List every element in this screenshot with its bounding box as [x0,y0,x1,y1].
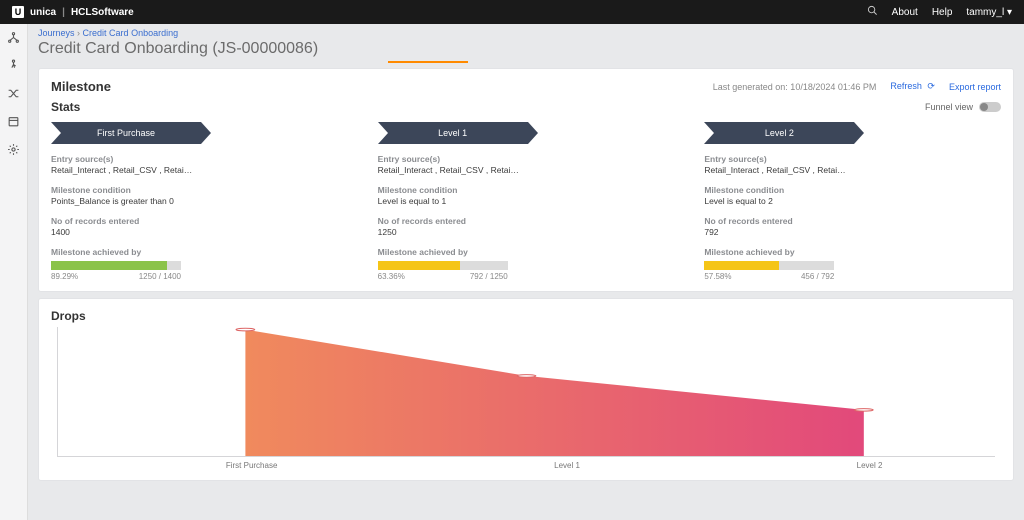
drops-chart [57,327,995,457]
drops-card: Drops First Purchase Level 1 Level 2 [38,298,1014,481]
export-report-button[interactable]: Export report [949,82,1001,92]
drops-title: Drops [51,309,1001,323]
milestone-flag: Level 1 [378,122,528,144]
records-label: No of records entered [51,216,348,226]
records-label: No of records entered [378,216,675,226]
condition-value: Points_Balance is greater than 0 [51,196,348,206]
search-icon[interactable] [867,5,878,19]
drops-x-label: First Purchase [226,461,278,470]
breadcrumb: Journeys › Credit Card Onboarding [28,24,1024,38]
condition-label: Milestone condition [51,185,348,195]
stat-column: First Purchase Entry source(s)Retail_Inte… [51,122,348,281]
funnel-view-toggle[interactable]: Funnel view [925,102,1001,112]
brand-block: U unica | HCLSoftware [12,6,134,18]
milestone-flag: Level 2 [704,122,854,144]
drops-x-axis: First Purchase Level 1 Level 2 [57,461,995,470]
milestone-section-title: Milestone [51,79,111,94]
condition-label: Milestone condition [378,185,675,195]
drops-x-label: Level 1 [554,461,580,470]
milestone-flag: First Purchase [51,122,201,144]
breadcrumb-current[interactable]: Credit Card Onboarding [83,28,179,38]
achieved-label: Milestone achieved by [51,247,348,257]
condition-label: Milestone condition [704,185,1001,195]
main-content: Journeys › Credit Card Onboarding Credit… [28,24,1024,520]
records-label: No of records entered [704,216,1001,226]
nav-icon-calendar[interactable] [7,114,21,128]
topbar-right: About Help tammy_l ▾ [867,5,1012,19]
entry-source-value: Retail_Interact , Retail_CSV , Retai… [704,165,1001,175]
breadcrumb-root[interactable]: Journeys [38,28,75,38]
nav-icon-shuffle[interactable] [7,86,21,100]
entry-source-label: Entry source(s) [378,154,675,164]
left-nav [0,24,28,520]
achieved-label: Milestone achieved by [378,247,675,257]
milestone-card: Milestone Last generated on: 10/18/2024 … [38,68,1014,292]
brand-secondary: HCLSoftware [71,7,134,18]
nav-icon-settings[interactable] [7,142,21,156]
progress-ratio: 1250 / 1400 [139,272,181,281]
global-topbar: U unica | HCLSoftware About Help tammy_l… [0,0,1024,24]
brand-logo-icon: U [12,6,24,18]
progress-ratio: 456 / 792 [801,272,834,281]
progress-bar: 57.58% 456 / 792 [704,261,1001,281]
entry-source-value: Retail_Interact , Retail_CSV , Retai… [51,165,348,175]
records-value: 1400 [51,227,348,237]
entry-source-value: Retail_Interact , Retail_CSV , Retai… [378,165,675,175]
stats-title: Stats [51,100,80,114]
nav-icon-sitemap[interactable] [7,30,21,44]
page-title: Credit Card Onboarding (JS-00000086) [28,38,1024,62]
progress-bar: 89.29% 1250 / 1400 [51,261,348,281]
entry-source-label: Entry source(s) [704,154,1001,164]
records-value: 792 [704,227,1001,237]
condition-value: Level is equal to 1 [378,196,675,206]
funnel-view-label: Funnel view [925,102,973,112]
records-value: 1250 [378,227,675,237]
condition-value: Level is equal to 2 [704,196,1001,206]
refresh-icon: ⟳ [927,81,935,91]
entry-source-label: Entry source(s) [51,154,348,164]
progress-percent: 89.29% [51,272,78,281]
stat-column: Level 1 Entry source(s)Retail_Interact , … [378,122,675,281]
drops-x-label: Level 2 [857,461,883,470]
topbar-help-link[interactable]: Help [932,7,953,18]
progress-bar: 63.36% 792 / 1250 [378,261,675,281]
refresh-button[interactable]: Refresh ⟳ [890,81,935,92]
topbar-about-link[interactable]: About [892,7,918,18]
nav-icon-run[interactable] [7,58,21,72]
progress-percent: 57.58% [704,272,731,281]
stat-column: Level 2 Entry source(s)Retail_Interact , … [704,122,1001,281]
progress-ratio: 792 / 1250 [470,272,508,281]
toggle-switch-icon[interactable] [979,102,1001,112]
brand-primary: unica [30,7,56,18]
progress-percent: 63.36% [378,272,405,281]
last-generated-text: Last generated on: 10/18/2024 01:46 PM [713,82,877,92]
achieved-label: Milestone achieved by [704,247,1001,257]
topbar-user-menu[interactable]: tammy_l ▾ [966,7,1012,18]
brand-divider: | [62,7,65,18]
